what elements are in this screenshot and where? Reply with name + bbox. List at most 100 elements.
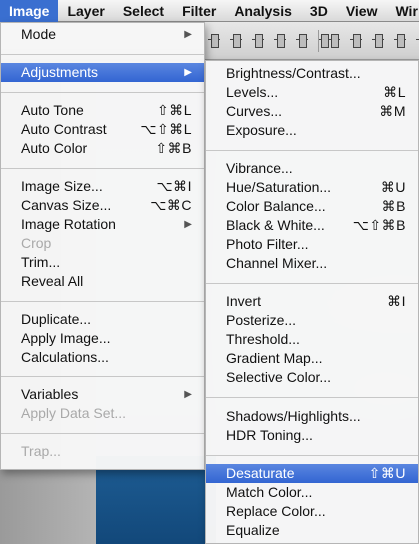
menu-item-desaturate[interactable]: Desaturate ⇧⌘U	[206, 464, 418, 483]
menu-item-label: Channel Mixer...	[226, 255, 328, 271]
menu-item-label: Image Rotation	[21, 216, 116, 232]
menu-item-label: Mode	[21, 26, 57, 42]
menu-item-channel-mixer[interactable]: Channel Mixer...	[206, 254, 418, 273]
menu-item-equalize[interactable]: Equalize	[206, 521, 418, 540]
menu-item-label: Equalize	[226, 522, 280, 538]
distribute-left-icon[interactable]	[392, 31, 408, 49]
menu-item-label: Adjustments	[21, 64, 99, 80]
menu-item-shortcut: ⇧⌘B	[155, 140, 192, 156]
menu-item-shortcut: ⌘L	[383, 84, 406, 100]
menu-item-label: Threshold...	[226, 331, 300, 347]
menu-item-levels[interactable]: Levels... ⌘L	[206, 83, 418, 102]
menu-item-label: Auto Color	[21, 140, 88, 156]
menu-item-hue-saturation[interactable]: Hue/Saturation... ⌘U	[206, 178, 418, 197]
menu-item-gradient-map[interactable]: Gradient Map...	[206, 349, 418, 368]
distribute-icons	[326, 31, 419, 49]
menu-item-shortcut: ⇧⌘L	[156, 102, 192, 118]
menu-separator	[206, 282, 418, 284]
menu-item-variables[interactable]: Variables ▶	[1, 385, 204, 404]
menu-item-label: Gradient Map...	[226, 350, 323, 366]
menu-item-image-size[interactable]: Image Size... ⌥⌘I	[1, 177, 204, 196]
menu-item-vibrance[interactable]: Vibrance...	[206, 159, 418, 178]
menu-item-label: Photo Filter...	[226, 236, 309, 252]
menu-separator	[206, 149, 418, 151]
menubar-item-image[interactable]: Image	[0, 0, 59, 22]
menubar-item-wir[interactable]: Wir	[386, 0, 419, 22]
menu-item-shortcut: ⌥⇧⌘L	[140, 121, 192, 137]
menu-item-invert[interactable]: Invert ⌘I	[206, 292, 418, 311]
align-left-icon[interactable]	[272, 31, 288, 49]
toolbar-divider	[318, 30, 319, 52]
menu-item-image-rotation[interactable]: Image Rotation ▶	[1, 215, 204, 234]
menu-item-label: Image Size...	[21, 178, 103, 194]
menu-item-black-white[interactable]: Black & White... ⌥⇧⌘B	[206, 216, 418, 235]
menu-item-auto-tone[interactable]: Auto Tone ⇧⌘L	[1, 101, 204, 120]
menu-item-shortcut: ⌥⌘C	[150, 197, 192, 213]
menu-item-auto-color[interactable]: Auto Color ⇧⌘B	[1, 139, 204, 158]
menu-item-mode[interactable]: Mode ▶	[1, 25, 204, 44]
menu-item-label: Brightness/Contrast...	[226, 65, 361, 81]
menu-item-label: Reveal All	[21, 273, 84, 289]
menu-item-hdr-toning[interactable]: HDR Toning...	[206, 426, 418, 445]
menubar-item-analysis[interactable]: Analysis	[225, 0, 301, 22]
app-menubar: Image Layer Select Filter Analysis 3D View Wir	[0, 0, 419, 22]
menu-item-curves[interactable]: Curves... ⌘M	[206, 102, 418, 121]
menu-item-label: Variables	[21, 386, 79, 402]
menu-item-color-balance[interactable]: Color Balance... ⌘B	[206, 197, 418, 216]
adjustments-submenu: Brightness/Contrast... Levels... ⌘L Curves.…	[205, 60, 419, 544]
align-hcenter-icon[interactable]	[294, 31, 310, 49]
menu-item-canvas-size[interactable]: Canvas Size... ⌥⌘C	[1, 196, 204, 215]
menubar-item-3d[interactable]: 3D	[301, 0, 337, 22]
align-vcenter-icon[interactable]	[228, 31, 244, 49]
menu-item-replace-color[interactable]: Replace Color...	[206, 502, 418, 521]
menu-item-trim[interactable]: Trim...	[1, 253, 204, 272]
menu-item-shortcut: ⌘B	[381, 198, 406, 214]
menu-separator	[1, 376, 204, 377]
menu-item-apply-image[interactable]: Apply Image...	[1, 329, 204, 348]
menu-item-photo-filter[interactable]: Photo Filter...	[206, 235, 418, 254]
menu-item-label: Hue/Saturation...	[226, 179, 332, 195]
menu-separator	[1, 432, 204, 434]
menu-item-label: Trim...	[21, 254, 61, 270]
menu-item-exposure[interactable]: Exposure...	[206, 121, 418, 140]
menu-item-shadows-highlights[interactable]: Shadows/Highlights...	[206, 407, 418, 426]
menu-item-label: Vibrance...	[226, 160, 293, 176]
menu-item-shortcut: ⌥⇧⌘B	[352, 217, 406, 233]
menu-item-label: Trap...	[21, 443, 61, 459]
distribute-top-icon[interactable]	[326, 31, 342, 49]
menu-item-label: Invert	[226, 293, 262, 309]
menu-item-adjustments[interactable]: Adjustments ▶	[1, 63, 204, 82]
menu-item-label: Curves...	[226, 103, 283, 119]
distribute-right-icon[interactable]	[414, 31, 419, 49]
menu-item-shortcut: ⌥⌘I	[156, 178, 192, 194]
menubar-item-select[interactable]: Select	[114, 0, 173, 22]
menu-item-auto-contrast[interactable]: Auto Contrast ⌥⇧⌘L	[1, 120, 204, 139]
menu-item-label: Apply Image...	[21, 330, 111, 346]
menu-item-crop: Crop	[1, 234, 204, 253]
distribute-vcenter-icon[interactable]	[348, 31, 364, 49]
menu-item-reveal-all[interactable]: Reveal All	[1, 272, 204, 291]
submenu-arrow-icon: ▶	[184, 29, 192, 40]
menu-item-shortcut: ⌘I	[387, 293, 406, 309]
menubar-item-view[interactable]: View	[337, 0, 387, 22]
menu-item-label: Posterize...	[226, 312, 297, 328]
align-top-icon[interactable]	[206, 31, 222, 49]
submenu-arrow-icon: ▶	[184, 67, 192, 78]
distribute-bottom-icon[interactable]	[370, 31, 386, 49]
align-bottom-icon[interactable]	[250, 31, 266, 49]
menubar-item-layer[interactable]: Layer	[58, 0, 113, 22]
menu-item-label: Match Color...	[226, 484, 313, 500]
submenu-arrow-icon: ▶	[184, 389, 192, 400]
menu-item-selective-color[interactable]: Selective Color...	[206, 368, 418, 387]
menu-item-duplicate[interactable]: Duplicate...	[1, 310, 204, 329]
menu-item-threshold[interactable]: Threshold...	[206, 330, 418, 349]
menu-item-label: Levels...	[226, 84, 279, 100]
menubar-item-filter[interactable]: Filter	[173, 0, 225, 22]
menu-item-label: Duplicate...	[21, 311, 92, 327]
menu-item-label: Canvas Size...	[21, 197, 112, 213]
menu-item-brightness-contrast[interactable]: Brightness/Contrast...	[206, 64, 418, 83]
menu-item-match-color[interactable]: Match Color...	[206, 483, 418, 502]
menu-item-calculations[interactable]: Calculations...	[1, 348, 204, 367]
menu-item-label: Crop	[21, 235, 52, 251]
menu-item-posterize[interactable]: Posterize...	[206, 311, 418, 330]
